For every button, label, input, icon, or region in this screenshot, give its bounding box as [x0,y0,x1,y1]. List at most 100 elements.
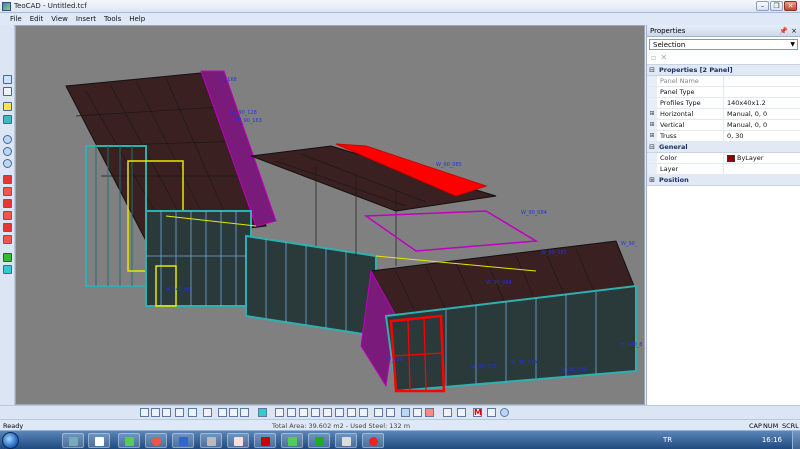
zoom-in-icon[interactable] [3,135,12,144]
view-top-icon[interactable] [3,223,12,232]
open-file-icon[interactable] [151,408,160,417]
taskbar-app-3[interactable] [335,433,357,448]
menu-help[interactable]: Help [125,13,149,25]
output-icon[interactable] [487,408,496,417]
taskbar-record[interactable] [362,433,384,448]
zoom-extents-icon[interactable] [3,159,12,168]
start-button[interactable] [2,432,19,449]
cad-canvas[interactable]: H_168 W_90_128 W_90_163 W_90_085 W_90_08… [15,25,645,405]
taskbar-explorer[interactable] [62,433,84,448]
select-window-icon[interactable] [386,408,395,417]
property-value[interactable] [724,87,800,97]
delete-object-icon[interactable] [425,408,434,417]
property-row[interactable]: Panel Name [647,76,800,87]
language-indicator[interactable]: TR [663,436,672,444]
expand-icon[interactable]: ⊞ [647,109,657,119]
category-properties[interactable]: ⊟ Properties [2 Panel] [647,65,800,76]
taskbar-chrome[interactable] [145,433,167,448]
view-front-icon[interactable] [3,175,12,184]
menu-file[interactable]: File [6,13,26,25]
save-icon[interactable] [162,408,171,417]
property-value[interactable]: Manual, 0, 0 [724,109,800,119]
panel-view-8-icon[interactable] [359,408,368,417]
select-icon[interactable] [374,408,383,417]
property-value[interactable]: 0, 30 [724,131,800,141]
line-icon[interactable] [229,408,238,417]
move-icon[interactable] [240,408,249,417]
render-icon[interactable] [3,115,12,124]
taskbar-acrobat[interactable] [254,433,276,448]
taskbar-teocad[interactable] [118,433,140,448]
panel-view-7-icon[interactable] [347,408,356,417]
panel-view-2-icon[interactable] [287,408,296,417]
taskbar-teocad-2[interactable] [281,433,303,448]
category-position[interactable]: ⊞ Position [647,175,800,186]
taskbar-app-2[interactable] [200,433,222,448]
property-grid: ⊟ Properties [2 Panel] Panel Name Panel … [647,64,800,186]
property-value[interactable]: ByLayer [724,153,800,163]
taskbar-word[interactable] [172,433,194,448]
property-row[interactable]: ⊞ Truss 0, 30 [647,131,800,142]
close-button[interactable]: ✕ [784,1,797,11]
new-file-icon[interactable] [140,408,149,417]
close-icon[interactable]: × [791,27,797,35]
collapse-icon[interactable]: ⊟ [647,65,657,75]
panel-view-4-icon[interactable] [311,408,320,417]
property-row[interactable]: ⊞ Vertical Manual, 0, 0 [647,120,800,131]
property-row[interactable]: Profiles Type 140x40x1.2 [647,98,800,109]
property-value[interactable] [724,76,800,86]
delete-icon[interactable]: ✕ [660,53,667,63]
pin-icon[interactable]: 📌 [779,27,788,35]
view-left-icon[interactable] [3,199,12,208]
panel-view-3-icon[interactable] [299,408,308,417]
view-eye-icon[interactable] [500,408,509,417]
panel-icon[interactable] [3,265,12,274]
m-icon[interactable]: M [473,408,482,417]
view-iso-icon[interactable] [3,235,12,244]
property-value[interactable]: 140x40x1.2 [724,98,800,108]
taskbar-yahoo[interactable] [227,433,249,448]
menu-view[interactable]: View [47,13,72,25]
taskbar-app-1[interactable] [88,433,110,448]
truss-icon[interactable] [457,408,466,417]
zoom-out-icon[interactable] [3,147,12,156]
property-value[interactable]: Manual, 0, 0 [724,120,800,130]
menu-insert[interactable]: Insert [72,13,100,25]
expand-icon[interactable]: ⊞ [647,175,657,185]
property-row[interactable]: ⊞ Horizontal Manual, 0, 0 [647,109,800,120]
property-row[interactable]: Color ByLayer [647,153,800,164]
category-general[interactable]: ⊟ General [647,142,800,153]
paste-icon[interactable] [188,408,197,417]
menu-edit[interactable]: Edit [26,13,48,25]
panel-view-5-icon[interactable] [323,408,332,417]
panel-view-icon[interactable] [275,408,284,417]
taskbar-excel[interactable] [308,433,330,448]
layer-icon[interactable] [3,253,12,262]
selection-dropdown[interactable]: Selection ▼ [649,39,798,50]
collapse-icon[interactable]: ⊟ [647,142,657,152]
shade-icon[interactable] [3,102,12,111]
menu-tools[interactable]: Tools [100,13,125,25]
property-row[interactable]: Panel Type [647,87,800,98]
cube-wire-icon[interactable] [3,87,12,96]
show-desktop-button[interactable] [792,431,800,449]
measure-icon[interactable] [443,408,452,417]
point-icon[interactable] [218,408,227,417]
expand-icon[interactable]: ⊞ [647,131,657,141]
view-right-icon[interactable] [3,211,12,220]
new-icon[interactable]: ▫ [651,53,656,63]
undo-icon[interactable] [203,408,212,417]
cube-view-icon[interactable] [3,75,12,84]
expand-icon[interactable]: ⊞ [647,120,657,130]
panel-view-6-icon[interactable] [335,408,344,417]
property-row[interactable]: Layer [647,164,800,175]
trim-icon[interactable] [413,408,422,417]
clock[interactable]: 16:16 [762,436,782,444]
property-value[interactable] [724,164,800,174]
pan-icon[interactable] [401,408,410,417]
view-back-icon[interactable] [3,187,12,196]
copy-icon[interactable] [175,408,184,417]
grid-icon[interactable] [258,408,267,417]
restore-button[interactable]: ❐ [770,1,783,11]
minimize-button[interactable]: – [756,1,769,11]
